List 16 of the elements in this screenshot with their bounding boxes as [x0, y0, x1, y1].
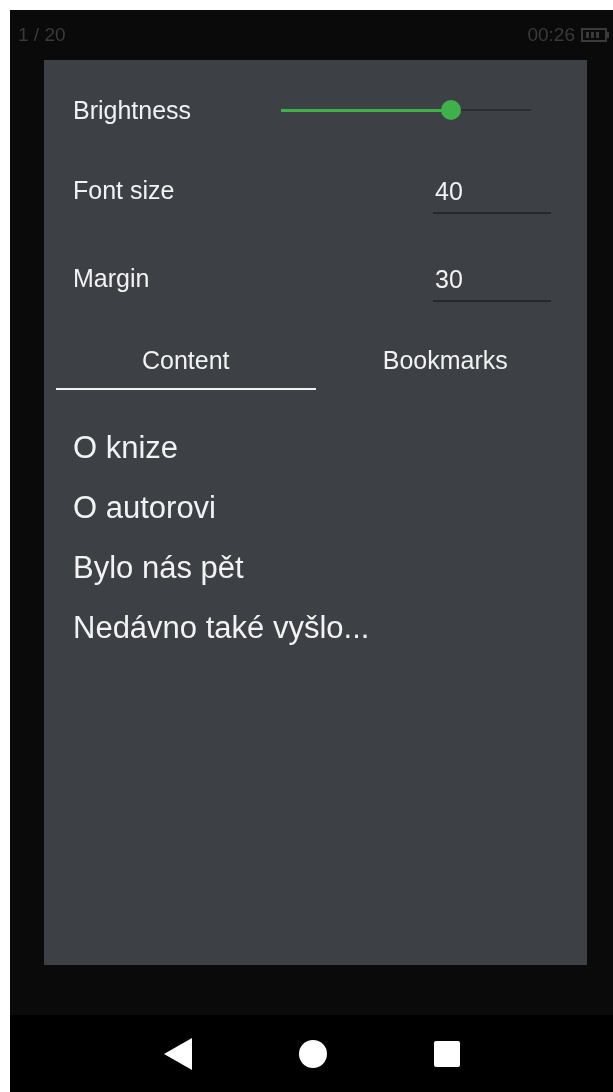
- home-icon[interactable]: [298, 1039, 327, 1068]
- tab[interactable]: Content: [56, 332, 316, 390]
- contents-item[interactable]: Bylo nás pět: [73, 538, 558, 598]
- setting-label: Font size: [73, 175, 176, 205]
- recents-icon[interactable]: [433, 1040, 460, 1067]
- contents-item[interactable]: Nedávno také vyšlo...: [73, 598, 558, 658]
- brightness-label: Brightness: [73, 95, 193, 125]
- battery-icon: [581, 28, 609, 42]
- setting-label: Margin: [73, 263, 151, 293]
- contents-item[interactable]: O knize: [73, 418, 558, 478]
- input-field[interactable]: 40: [433, 170, 551, 214]
- contents-item[interactable]: O autorovi: [73, 478, 558, 538]
- back-icon[interactable]: [163, 1037, 192, 1070]
- slider-thumb[interactable]: [441, 100, 461, 120]
- input-field[interactable]: 30: [433, 258, 551, 302]
- tab[interactable]: Bookmarks: [315, 332, 575, 390]
